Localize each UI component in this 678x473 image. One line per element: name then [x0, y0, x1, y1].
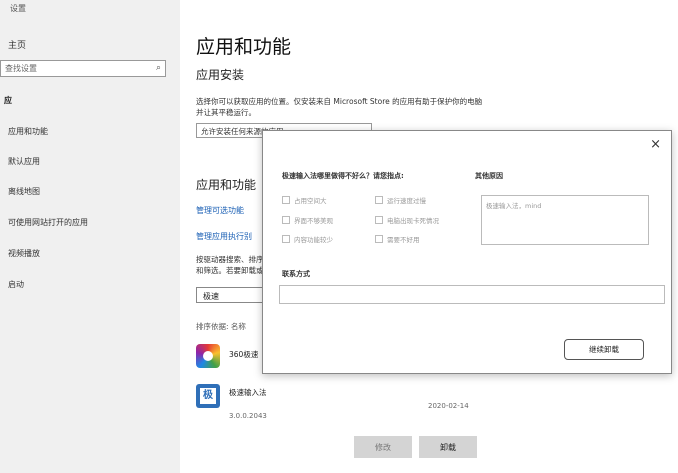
search-description: 按驱动器搜索、排序和筛选。若要卸载或移动某个应用，请从列表中选择它。	[196, 255, 264, 275]
sidebar-item-offline-maps[interactable]: 离线地图	[8, 186, 40, 197]
reason-label: 占用空间大	[294, 197, 327, 205]
app-filter-input[interactable]: 极速	[196, 287, 266, 303]
ime-icon: 极	[196, 384, 220, 408]
install-heading: 应用安装	[196, 68, 245, 82]
close-icon[interactable]: ×	[650, 137, 661, 152]
install-description: 选择你可以获取应用的位置。仅安装来自 Microsoft Store 的应用有助…	[196, 97, 483, 117]
sidebar-item-apps-for-websites[interactable]: 可使用网站打开的应用	[8, 217, 88, 228]
home-nav-item[interactable]: 主页	[8, 38, 26, 51]
checkbox-icon	[375, 235, 383, 243]
contact-label: 联系方式	[282, 270, 310, 278]
sidebar-section-heading: 应	[4, 96, 12, 105]
features-heading: 应用和功能	[196, 178, 257, 192]
reason-label: 电脑出现卡死情况	[387, 217, 439, 225]
sort-dropdown[interactable]: 排序依据: 名称	[196, 321, 246, 332]
filter-value: 极速	[203, 292, 219, 301]
checkbox-icon	[375, 196, 383, 204]
reason-label: 运行速度过慢	[387, 197, 426, 205]
reason-label: 内容功能较少	[294, 236, 333, 244]
reason-checkbox[interactable]: 电脑出现卡死情况	[375, 215, 439, 225]
settings-sidebar: 设置 主页 查找设置 ⌕ 应 应用和功能 默认应用 离线地图 可使用网站打开的应…	[0, 0, 180, 473]
other-reason-textarea[interactable]: 极速输入法，mind	[481, 195, 649, 245]
reason-label: 界面不够美观	[294, 217, 333, 225]
reason-checkbox[interactable]: 界面不够美观	[282, 215, 333, 225]
checkbox-icon	[282, 196, 290, 204]
checkbox-icon	[282, 216, 290, 224]
uninstall-feedback-dialog: × 极速输入法哪里做得不好么？请您指点: 占用空间大 界面不够美观 内容功能较少…	[262, 130, 672, 374]
app-install-date: 2020-02-14	[428, 402, 469, 410]
contact-input[interactable]	[279, 285, 665, 304]
settings-search-input[interactable]: 查找设置 ⌕	[0, 60, 166, 77]
manage-alias-link[interactable]: 管理应用执行别	[196, 231, 252, 242]
app-version: 3.0.0.2043	[229, 412, 267, 420]
sidebar-item-apps-features[interactable]: 应用和功能	[8, 126, 48, 137]
feedback-question: 极速输入法哪里做得不好么？请您指点:	[282, 172, 404, 180]
reason-checkbox[interactable]: 占用空间大	[282, 195, 327, 205]
checkbox-icon	[375, 216, 383, 224]
app-name: 极速输入法	[229, 388, 267, 397]
sidebar-item-default-apps[interactable]: 默认应用	[8, 156, 40, 167]
other-reason-placeholder: 极速输入法，mind	[486, 202, 542, 210]
sidebar-item-startup[interactable]: 启动	[8, 279, 24, 290]
other-reason-label: 其他原因	[475, 172, 503, 180]
page-title: 应用和功能	[196, 36, 292, 58]
browser-icon	[196, 344, 220, 368]
app-name: 360极速	[229, 350, 259, 359]
manage-optional-features-link[interactable]: 管理可选功能	[196, 205, 244, 216]
search-placeholder: 查找设置	[5, 64, 37, 73]
reason-checkbox[interactable]: 需要不好用	[375, 234, 420, 244]
search-icon[interactable]: ⌕	[156, 63, 161, 73]
window-title: 设置	[10, 4, 26, 13]
ime-icon-glyph: 极	[200, 388, 216, 404]
sidebar-item-video-playback[interactable]: 视频播放	[8, 248, 40, 259]
checkbox-icon	[282, 235, 290, 243]
reason-label: 需要不好用	[387, 236, 420, 244]
continue-uninstall-button[interactable]: 继续卸载	[564, 339, 644, 360]
uninstall-button[interactable]: 卸载	[419, 436, 477, 458]
reason-checkbox[interactable]: 内容功能较少	[282, 234, 333, 244]
modify-button[interactable]: 修改	[354, 436, 412, 458]
reason-checkbox[interactable]: 运行速度过慢	[375, 195, 426, 205]
